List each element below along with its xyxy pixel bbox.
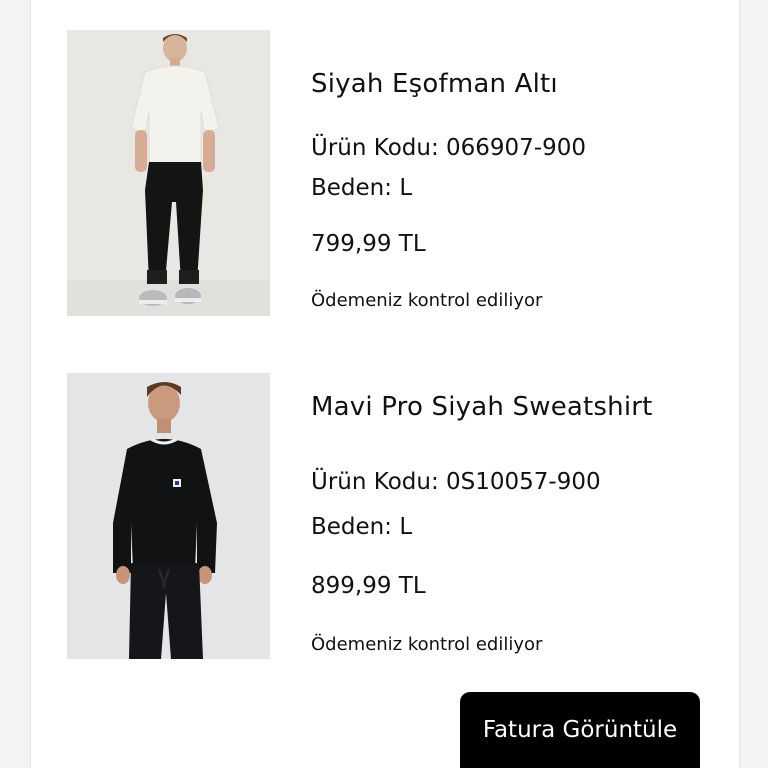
product-code: Ürün Kodu: 0S10057-900 [311,469,601,495]
payment-status: Ödemeniz kontrol ediliyor [311,634,543,655]
view-invoice-button[interactable]: Fatura Görüntüle [460,692,700,768]
product-photo-sweatshirt-icon [67,373,270,659]
order-details-card: Siyah Eşofman Altı Ürün Kodu: 066907-900… [30,0,740,768]
order-item[interactable]: Siyah Eşofman Altı Ürün Kodu: 066907-900… [67,30,717,316]
product-photo-joggers-icon [67,30,270,316]
product-price: 899,99 TL [311,573,426,599]
order-item[interactable]: Mavi Pro Siyah Sweatshirt Ürün Kodu: 0S1… [67,373,717,659]
product-image[interactable] [67,30,270,316]
product-size: Beden: L [311,514,413,540]
product-image[interactable] [67,373,270,659]
product-price: 799,99 TL [311,231,426,257]
product-name[interactable]: Siyah Eşofman Altı [311,68,671,101]
product-name[interactable]: Mavi Pro Siyah Sweatshirt [311,391,671,424]
product-code: Ürün Kodu: 066907-900 [311,135,587,161]
payment-status: Ödemeniz kontrol ediliyor [311,290,543,311]
product-size: Beden: L [311,175,413,201]
